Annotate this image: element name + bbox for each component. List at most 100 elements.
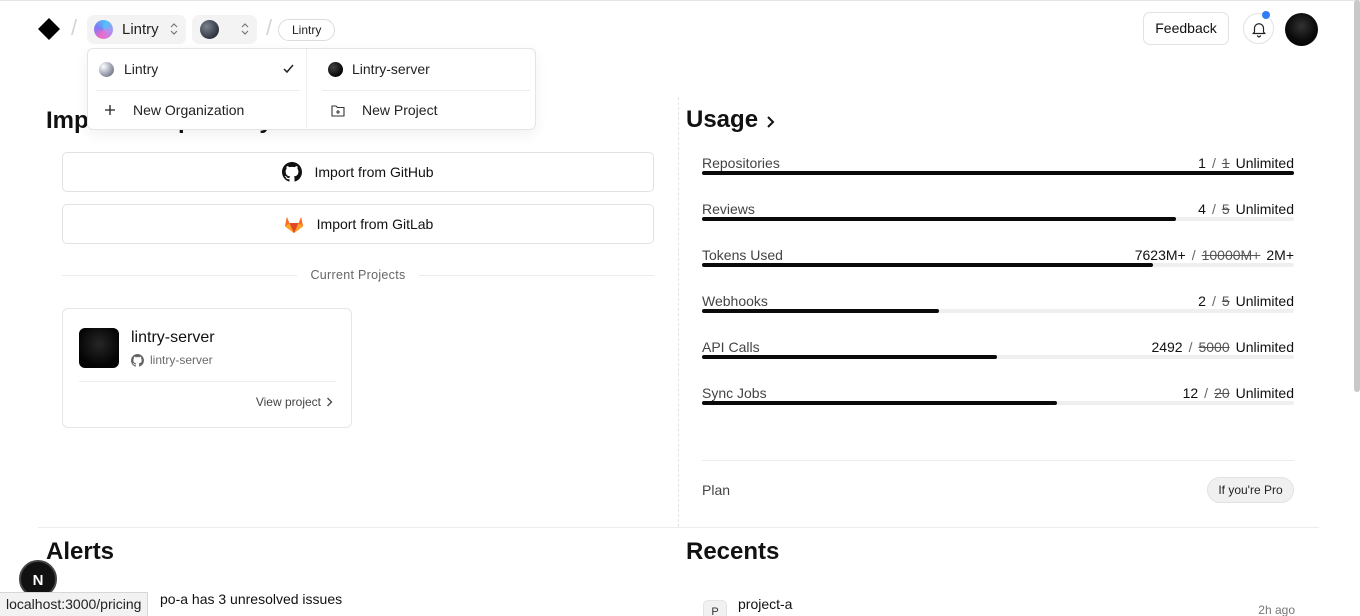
plus-icon — [105, 105, 115, 115]
user-avatar[interactable] — [1285, 13, 1318, 46]
usage-row: Repositories 1 / 1 Unlimited — [702, 155, 1294, 195]
view-project-link[interactable]: View project — [256, 395, 333, 409]
usage-separator: / — [1211, 293, 1216, 309]
recents-title: Recents — [686, 538, 780, 565]
plan-divider — [702, 460, 1294, 461]
notification-badge — [1262, 11, 1270, 19]
new-project-label: New Project — [362, 102, 438, 118]
org-avatar — [94, 20, 113, 39]
usage-progress-track — [702, 401, 1294, 405]
current-projects-label: Current Projects — [62, 268, 654, 282]
usage-progress-track — [702, 263, 1294, 267]
new-organization-label: New Organization — [133, 102, 245, 118]
import-github-label: Import from GitHub — [314, 164, 434, 180]
github-icon — [131, 353, 144, 367]
usage-current: 2 — [1198, 293, 1206, 309]
org-switcher[interactable]: Lintry — [87, 15, 186, 44]
usage-progress-fill — [702, 355, 997, 359]
alert-item[interactable]: po-a has 3 unresolved issues — [160, 591, 342, 607]
usage-row: API Calls 2492 / 5000 Unlimited — [702, 339, 1294, 379]
usage-row: Reviews 4 / 5 Unlimited — [702, 201, 1294, 241]
usage-new-limit: Unlimited — [1235, 385, 1294, 401]
usage-current: 2492 — [1151, 339, 1183, 355]
usage-old-limit: 5000 — [1198, 339, 1230, 355]
project-card[interactable]: lintry-server lintry-server View project — [62, 308, 352, 428]
usage-progress-track — [702, 217, 1294, 221]
feedback-button[interactable]: Feedback — [1143, 12, 1229, 45]
chevron-right-icon — [327, 397, 333, 407]
scrollbar[interactable] — [1354, 0, 1360, 392]
dropdown-org-item[interactable]: Lintry — [99, 55, 158, 83]
usage-new-limit: Unlimited — [1235, 201, 1294, 217]
project-avatar — [328, 61, 343, 77]
import-gitlab-button[interactable]: Import from GitLab — [62, 204, 654, 244]
usage-old-limit: 5 — [1221, 293, 1230, 309]
usage-separator: / — [1204, 385, 1209, 401]
dropdown-project-label: Lintry-server — [352, 61, 430, 77]
org-avatar — [99, 61, 114, 77]
status-bar-url: localhost:3000/pricing — [0, 592, 149, 616]
card-divider — [79, 381, 336, 382]
dropdown-divider — [96, 90, 300, 91]
logo-icon[interactable] — [38, 18, 60, 40]
bell-icon — [1251, 22, 1266, 37]
project-switcher[interactable] — [192, 15, 257, 44]
usage-separator: / — [1211, 201, 1216, 217]
usage-row-label: Tokens Used — [702, 247, 783, 263]
project-repo: lintry-server — [131, 353, 213, 367]
usage-row-label: Repositories — [702, 155, 780, 171]
usage-separator: / — [1191, 247, 1196, 263]
usage-current: 4 — [1198, 201, 1206, 217]
usage-row: Webhooks 2 / 5 Unlimited — [702, 293, 1294, 333]
project-repo-label: lintry-server — [150, 353, 213, 367]
dropdown-project-item[interactable]: Lintry-server — [328, 55, 430, 83]
usage-separator: / — [1188, 339, 1193, 355]
import-github-button[interactable]: Import from GitHub — [62, 152, 654, 192]
notifications-button[interactable] — [1243, 13, 1274, 44]
usage-progress-track — [702, 355, 1294, 359]
folder-plus-icon — [331, 104, 345, 117]
usage-progress-track — [702, 309, 1294, 313]
project-avatar — [79, 328, 119, 368]
current-projects-text: Current Projects — [310, 268, 406, 282]
usage-row-label: Reviews — [702, 201, 755, 217]
usage-title: Usage — [686, 106, 759, 133]
chevron-updown-icon — [241, 23, 249, 35]
usage-row-values: 12 / 20 Unlimited — [1183, 385, 1294, 401]
usage-progress-fill — [702, 217, 1176, 221]
usage-title-link[interactable]: Usage — [686, 106, 775, 134]
usage-new-limit: Unlimited — [1235, 339, 1294, 355]
recent-item-time: 2h ago — [1258, 603, 1295, 616]
usage-progress-fill — [702, 171, 1294, 175]
usage-progress-fill — [702, 309, 939, 313]
chevron-right-icon — [767, 116, 775, 128]
usage-row-values: 7623M+ / 10000M+ 2M+ — [1135, 247, 1294, 263]
import-gitlab-label: Import from GitLab — [316, 216, 434, 232]
usage-section: Usage Repositories 1 / 1 Unlimited Reviews 4 / 5… — [679, 97, 1319, 527]
usage-current: 1 — [1198, 155, 1206, 171]
usage-new-limit: 2M+ — [1266, 247, 1294, 263]
usage-row-values: 2 / 5 Unlimited — [1198, 293, 1294, 309]
usage-separator: / — [1211, 155, 1216, 171]
usage-old-limit: 1 — [1221, 155, 1230, 171]
usage-row-label: Sync Jobs — [702, 385, 767, 401]
usage-current: 7623M+ — [1134, 247, 1186, 263]
usage-row-label: API Calls — [702, 339, 760, 355]
org-name: Lintry — [122, 21, 159, 38]
usage-row-values: 1 / 1 Unlimited — [1198, 155, 1294, 171]
recent-item-badge: P — [703, 600, 727, 616]
gitlab-icon — [283, 214, 305, 234]
recent-item[interactable]: P project-a 2h ago — [703, 596, 1295, 616]
usage-old-limit: 10000M+ — [1201, 247, 1261, 263]
plan-badge[interactable]: If you're Pro — [1207, 477, 1294, 503]
usage-progress-track — [702, 171, 1294, 175]
view-project-label: View project — [255, 395, 321, 409]
breadcrumb-pill[interactable]: Lintry — [278, 19, 336, 41]
recent-item-name: project-a — [738, 596, 793, 612]
new-organization-item[interactable]: New Organization — [104, 96, 244, 124]
usage-old-limit: 20 — [1214, 385, 1230, 401]
usage-row: Tokens Used 7623M+ / 10000M+ 2M+ — [702, 247, 1294, 287]
new-project-item[interactable]: New Project — [331, 96, 437, 124]
usage-new-limit: Unlimited — [1235, 293, 1294, 309]
project-name: lintry-server — [131, 329, 215, 346]
